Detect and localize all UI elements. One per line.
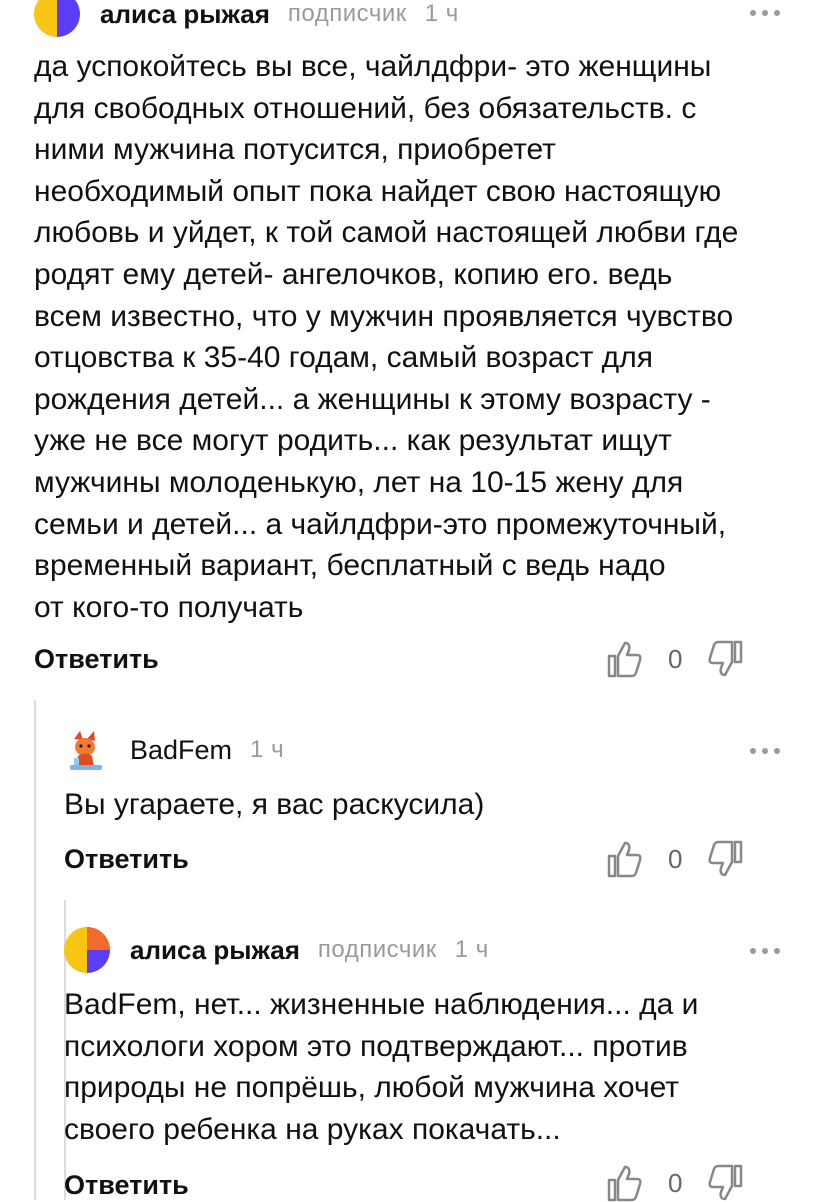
thumbs-down-icon[interactable] bbox=[708, 840, 744, 878]
comment-text: да успокойтесь вы все, чайлдфри- это жен… bbox=[34, 50, 739, 624]
avatar-icon bbox=[64, 927, 110, 973]
fox-avatar-icon bbox=[64, 727, 110, 773]
vote-actions: 0 bbox=[606, 1164, 744, 1202]
thumbs-down-icon[interactable] bbox=[708, 640, 744, 678]
comment-time: 1 ч bbox=[454, 936, 489, 963]
author-name[interactable]: BadFem bbox=[130, 735, 232, 766]
like-count: 0 bbox=[668, 1167, 683, 1198]
avatar[interactable] bbox=[64, 927, 110, 973]
avatar[interactable] bbox=[34, 0, 80, 37]
thread-line bbox=[34, 700, 36, 1200]
author-role: подписчик bbox=[317, 936, 437, 963]
comment-header: алиса рыжая подписчик 1 ч bbox=[34, 0, 459, 37]
comment-text: BadFem, нет... жизненные наблюдения... д… bbox=[64, 988, 699, 1146]
like-count: 0 bbox=[668, 643, 683, 674]
thumbs-up-icon[interactable] bbox=[606, 1164, 642, 1202]
comment-time: 1 ч bbox=[424, 0, 459, 27]
thumbs-down-icon[interactable] bbox=[708, 1164, 744, 1202]
like-count: 0 bbox=[668, 843, 683, 874]
author-role: подписчик bbox=[287, 0, 407, 27]
comment-time: 1 ч bbox=[250, 736, 285, 763]
vote-actions: 0 bbox=[606, 840, 744, 878]
thumbs-up-icon[interactable] bbox=[606, 640, 642, 678]
reply-button[interactable]: Ответить bbox=[64, 1170, 189, 1201]
reply-button[interactable]: Ответить bbox=[34, 644, 159, 675]
avatar-icon bbox=[34, 0, 80, 37]
avatar[interactable] bbox=[64, 727, 110, 773]
comment-text: Вы угараете, я вас раскусила) bbox=[64, 788, 485, 821]
reply-button[interactable]: Ответить bbox=[64, 844, 189, 875]
comment-header: алиса рыжая подписчик 1 ч bbox=[64, 927, 489, 973]
more-dots-icon[interactable] bbox=[750, 8, 780, 18]
author-name[interactable]: алиса рыжая bbox=[100, 0, 270, 30]
author-name[interactable]: алиса рыжая bbox=[130, 935, 300, 966]
vote-actions: 0 bbox=[606, 640, 744, 678]
more-dots-icon[interactable] bbox=[750, 946, 780, 956]
comment-header: BadFem 1 ч bbox=[64, 727, 285, 773]
more-dots-icon[interactable] bbox=[750, 746, 780, 756]
thumbs-up-icon[interactable] bbox=[606, 840, 642, 878]
